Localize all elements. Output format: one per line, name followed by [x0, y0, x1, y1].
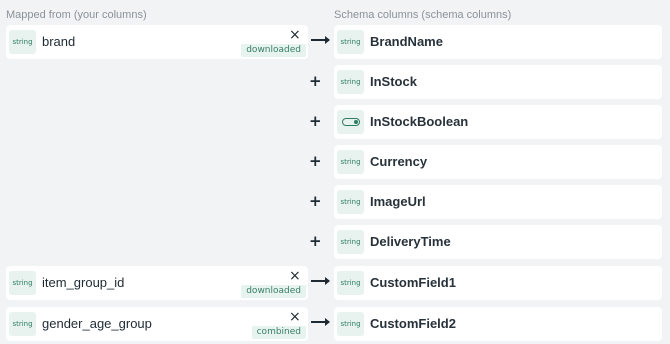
schema-field-name: InStockBoolean — [370, 114, 469, 129]
type-chip-string: string — [337, 271, 364, 295]
type-chip-string: string — [337, 230, 364, 254]
mapping-row-customfield2: string gender_age_group combined × strin… — [0, 307, 670, 341]
source-field-name: brand — [42, 34, 76, 49]
schema-columns-header: Schema columns (schema columns) — [334, 9, 512, 21]
schema-field-name: Currency — [370, 154, 428, 169]
arrow-right-icon — [311, 318, 330, 326]
schema-field-card[interactable]: string BrandName — [334, 25, 662, 59]
type-chip-string: string — [9, 312, 36, 336]
type-chip-string: string — [337, 190, 364, 214]
schema-field-name: DeliveryTime — [370, 234, 451, 249]
mapping-row-instock: + string InStock — [0, 65, 670, 99]
toggle-icon — [341, 118, 360, 126]
add-mapping-plus-icon[interactable]: + — [309, 73, 322, 89]
source-field-card[interactable]: string brand downloaded — [6, 25, 308, 59]
mapping-row-instockboolean: + InStockBoolean — [0, 105, 670, 139]
source-field-name: gender_age_group — [42, 316, 152, 331]
mapping-row-brandname: string brand downloaded × string BrandNa… — [0, 25, 670, 59]
schema-field-card[interactable]: string CustomField1 — [334, 266, 662, 300]
schema-field-card[interactable]: InStockBoolean — [334, 105, 662, 139]
mapping-row-currency: + string Currency — [0, 145, 670, 179]
add-mapping-plus-icon[interactable]: + — [309, 193, 322, 209]
type-chip-string: string — [337, 30, 364, 54]
mapping-row-deliverytime: + string DeliveryTime — [0, 225, 670, 259]
schema-field-card[interactable]: string DeliveryTime — [334, 225, 662, 259]
type-chip-string: string — [337, 150, 364, 174]
schema-field-card[interactable]: string InStock — [334, 65, 662, 99]
schema-field-name: ImageUrl — [370, 194, 426, 209]
arrow-right-icon — [311, 277, 330, 285]
schema-field-name: CustomField2 — [370, 316, 456, 331]
mapping-row-customfield1: string item_group_id downloaded × string… — [0, 266, 670, 300]
add-mapping-plus-icon[interactable]: + — [309, 113, 322, 129]
source-tag-badge: downloaded — [241, 44, 306, 57]
source-field-card[interactable]: string gender_age_group combined — [6, 307, 308, 341]
source-tag-badge: combined — [251, 326, 306, 339]
remove-mapping-close-icon[interactable]: × — [289, 269, 301, 283]
source-tag-badge: downloaded — [241, 285, 306, 298]
schema-field-card[interactable]: string Currency — [334, 145, 662, 179]
arrow-right-icon — [311, 36, 330, 44]
add-mapping-plus-icon[interactable]: + — [309, 233, 322, 249]
schema-field-name: InStock — [370, 74, 417, 89]
add-mapping-plus-icon[interactable]: + — [309, 153, 322, 169]
type-chip-boolean — [337, 110, 364, 134]
remove-mapping-close-icon[interactable]: × — [289, 310, 301, 324]
schema-field-card[interactable]: string CustomField2 — [334, 307, 662, 341]
type-chip-string: string — [337, 312, 364, 336]
type-chip-string: string — [9, 30, 36, 54]
type-chip-string: string — [9, 271, 36, 295]
type-chip-string: string — [337, 70, 364, 94]
schema-field-name: BrandName — [370, 34, 443, 49]
mapping-row-imageurl: + string ImageUrl — [0, 185, 670, 219]
schema-field-name: CustomField1 — [370, 275, 456, 290]
source-field-card[interactable]: string item_group_id downloaded — [6, 266, 308, 300]
schema-field-card[interactable]: string ImageUrl — [334, 185, 662, 219]
remove-mapping-close-icon[interactable]: × — [289, 28, 301, 42]
source-columns-header: Mapped from (your columns) — [6, 9, 147, 21]
source-field-name: item_group_id — [42, 275, 125, 290]
